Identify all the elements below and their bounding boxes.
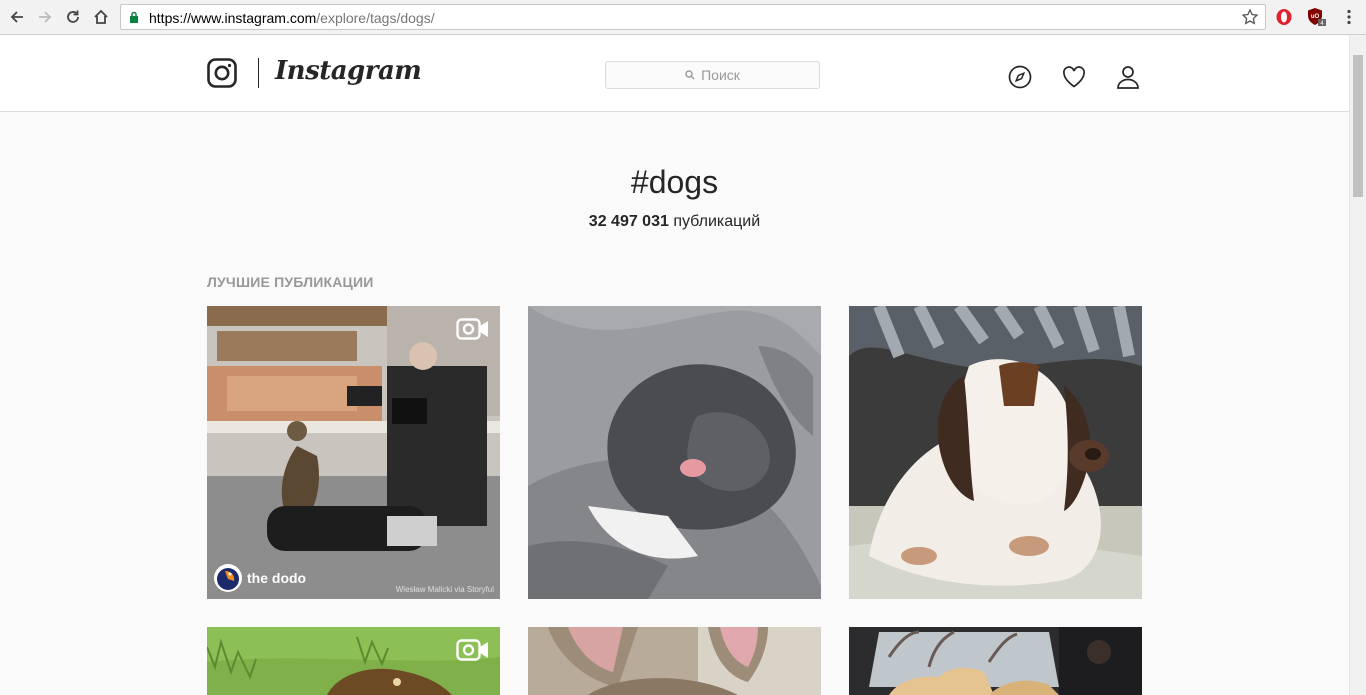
ublock-icon: uO4 [1308,8,1326,27]
ublock-extension-button[interactable]: uO 4 [1305,6,1327,28]
back-button[interactable] [6,6,28,28]
video-camera-icon [456,639,488,661]
reload-icon [67,10,79,23]
post-tile[interactable] [849,306,1142,599]
kebab-menu-icon [1347,9,1351,25]
post-image-french-bulldog [528,627,821,695]
browser-menu-button[interactable] [1339,6,1359,28]
url-path: /explore/tags/dogs/ [316,10,435,26]
dodo-brand-text: the dodo [247,569,307,586]
compass-icon [1008,65,1032,89]
search-input[interactable]: Поиск [605,61,820,89]
lock-icon [130,11,138,23]
post-tile[interactable]: the dodo Wiesław Malicki via Storyful [207,306,500,599]
post-tile[interactable] [207,627,500,695]
the-dodo-watermark: the dodo [213,563,306,593]
search-placeholder: Поиск [701,67,740,83]
post-tile[interactable] [849,627,1142,695]
arrow-right-icon [39,11,52,23]
user-icon [1117,66,1139,89]
url-host: https://www.instagram.com [149,10,317,26]
top-posts-heading: ЛУЧШИЕ ПУБЛИКАЦИИ [207,274,374,290]
post-tile[interactable] [528,306,821,599]
video-camera-icon [456,318,488,340]
scrollbar-thumb[interactable] [1353,55,1363,197]
heart-icon [1063,66,1085,88]
post-count: 32 497 031 публикаций [0,213,1349,231]
search-icon [685,70,695,80]
arrow-left-icon [10,11,23,23]
video-credit: Wiesław Malicki via Storyful [395,585,494,594]
instagram-wordmark[interactable]: Instagram [275,56,422,86]
activity-button[interactable] [1061,64,1087,90]
instagram-header: Instagram Поиск [0,36,1349,112]
profile-button[interactable] [1115,64,1141,90]
dodo-bird-logo-icon [214,564,242,592]
forward-button[interactable] [34,6,56,28]
post-image-puppies-in-car [849,627,1142,695]
address-bar[interactable]: https://www.instagram.com/explore/tags/d… [120,4,1266,30]
url-text: https://www.instagram.com/explore/tags/d… [149,10,435,26]
explore-button[interactable] [1007,64,1033,90]
post-image-sleeping-bulldog [528,306,821,599]
post-image-dachshund-puppy [849,306,1142,599]
reload-button[interactable] [62,6,84,28]
browser-toolbar: https://www.instagram.com/explore/tags/d… [0,0,1366,35]
post-count-label: публикаций [673,213,761,230]
logo-divider [258,58,259,88]
post-image-dog-on-grass [207,627,500,695]
page-scrollbar[interactable] [1349,35,1366,695]
home-icon [94,9,108,24]
post-image-street-musician-dog [207,306,500,599]
post-tile[interactable] [528,627,821,695]
bookmark-star-icon[interactable] [1241,8,1259,26]
post-count-number: 32 497 031 [588,213,669,230]
hashtag-title: #dogs [630,164,719,200]
opera-extension-button[interactable] [1273,6,1295,28]
instagram-camera-logo-icon[interactable] [207,58,237,88]
opera-icon [1276,9,1292,25]
home-button[interactable] [90,6,112,28]
